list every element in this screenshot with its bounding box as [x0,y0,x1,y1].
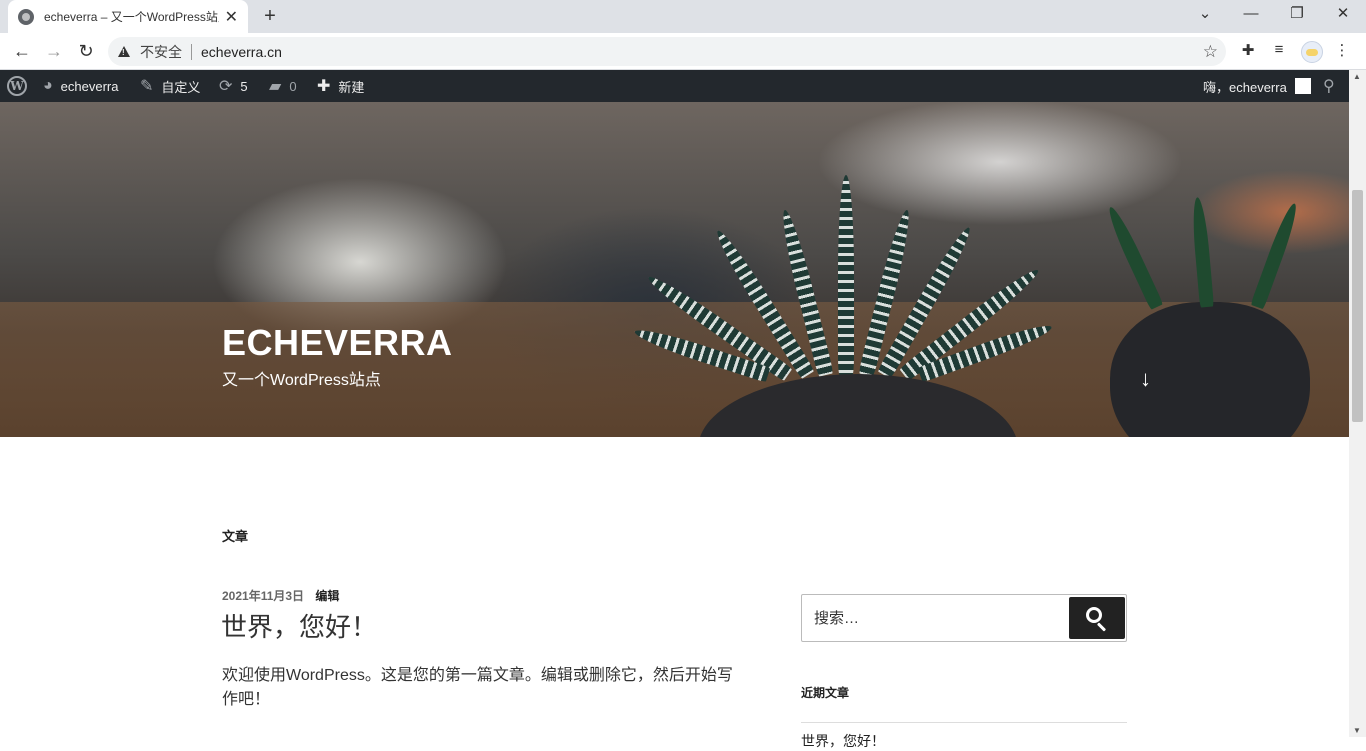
greeting: 嗨，echeverra [1203,79,1287,95]
wp-admin-bar: W ◕ echeverra ✎ 自定义 ⟳ 5 ▰ 0 ✚ 新建 嗨，echev… [0,70,1349,102]
arrow-down-icon[interactable]: ↓ [1140,366,1151,392]
site-name: echeverra [60,78,119,94]
search-icon-handle [1096,622,1107,632]
star-icon[interactable]: ☆ [1203,42,1218,62]
reload-button[interactable]: ↻ [73,38,99,64]
scroll-up-icon[interactable]: ▲ [1353,72,1361,81]
dashboard-icon: ◕ [43,77,53,94]
warning-icon[interactable] [118,46,130,57]
extensions-icon[interactable]: ✚ [1238,41,1258,61]
comment-icon: ▰ [269,78,282,95]
wp-logo-menu[interactable]: W [7,70,27,102]
new-content-menu[interactable]: ✚ 新建 [317,70,364,102]
site-title[interactable]: ECHEVERRA [222,322,453,364]
browser-toolbar: ← → ↻ 不安全 echeverra.cn ☆ ✚ ≡ ⋮ [0,33,1366,70]
brush-icon: ✎ [140,78,154,95]
page-title: 文章 [222,529,249,544]
updates-icon: ⟳ [219,78,233,95]
search-form [801,594,1127,642]
post-date[interactable]: 2021年11月3日 [222,589,304,603]
divider [191,43,192,60]
forward-button[interactable]: → [41,38,67,64]
avatar [1294,78,1311,94]
globe-icon [18,8,34,25]
url-text[interactable]: echeverra.cn [201,44,282,60]
close-tab-icon[interactable]: ✕ [225,7,238,27]
back-button[interactable]: ← [9,38,35,64]
recent-post-link[interactable]: 世界，您好！ [801,731,885,751]
search-icon: ⚲ [1323,78,1335,95]
scroll-down-icon[interactable]: ▼ [1353,726,1361,735]
search-button[interactable] [1069,597,1125,639]
browser-tabstrip: echeverra – 又一个WordPress站点 ✕ + ⌄ — ❐ ✕ [0,0,1366,33]
edit-link[interactable]: 编辑 [315,589,339,603]
close-window-button[interactable]: ✕ [1320,0,1366,30]
site-name-menu[interactable]: ◕ echeverra [43,70,118,102]
wordpress-logo-icon: W [7,76,27,96]
updates-menu[interactable]: ⟳ 5 [219,70,248,102]
search-icon [1086,607,1102,623]
post-excerpt: 欢迎使用WordPress。这是您的第一篇文章。编辑或删除它，然后开始写作吧！ [222,667,733,708]
page-scrollbar[interactable]: ▲ ▼ [1349,70,1366,737]
plant-leaf [1190,196,1214,308]
browser-tab[interactable]: echeverra – 又一个WordPress站点 ✕ [8,0,248,33]
customize-menu[interactable]: ✎ 自定义 [140,70,200,102]
plant-leaf [1250,201,1302,310]
address-bar[interactable]: 不安全 echeverra.cn ☆ [108,37,1226,66]
new-label: 新建 [338,79,365,95]
plant-leaf [1104,204,1164,310]
profile-avatar[interactable] [1301,41,1323,63]
plus-icon: ✚ [317,78,331,95]
my-account-menu[interactable]: 嗨，echeverra [1203,70,1311,102]
comments-menu[interactable]: ▰ 0 [269,70,297,102]
post-title[interactable]: 世界，您好！ [221,607,377,644]
menu-icon[interactable]: ⋮ [1332,41,1352,61]
tab-title: echeverra – 又一个WordPress站点 [44,10,219,24]
new-tab-button[interactable]: + [258,4,282,28]
plant-leaf [838,175,854,375]
scrollbar-thumb[interactable] [1352,190,1363,422]
updates-count: 5 [240,78,248,94]
tab-search-icon[interactable]: ⌄ [1182,0,1228,30]
customize-label: 自定义 [161,79,201,95]
header-image: ECHEVERRA 又一个WordPress站点 ↓ [0,102,1349,437]
admin-search-button[interactable]: ⚲ [1323,70,1335,102]
recent-posts-title: 近期文章 [801,686,850,700]
media-control-icon[interactable]: ≡ [1269,41,1289,61]
comments-count: 0 [289,78,297,94]
post-meta: 2021年11月3日 编辑 [222,587,339,604]
minimize-button[interactable]: — [1228,0,1274,30]
site-tagline: 又一个WordPress站点 [222,372,381,389]
divider [801,722,1127,723]
search-input[interactable] [802,595,1068,641]
maximize-button[interactable]: ❐ [1274,0,1320,30]
security-label[interactable]: 不安全 [140,42,182,62]
